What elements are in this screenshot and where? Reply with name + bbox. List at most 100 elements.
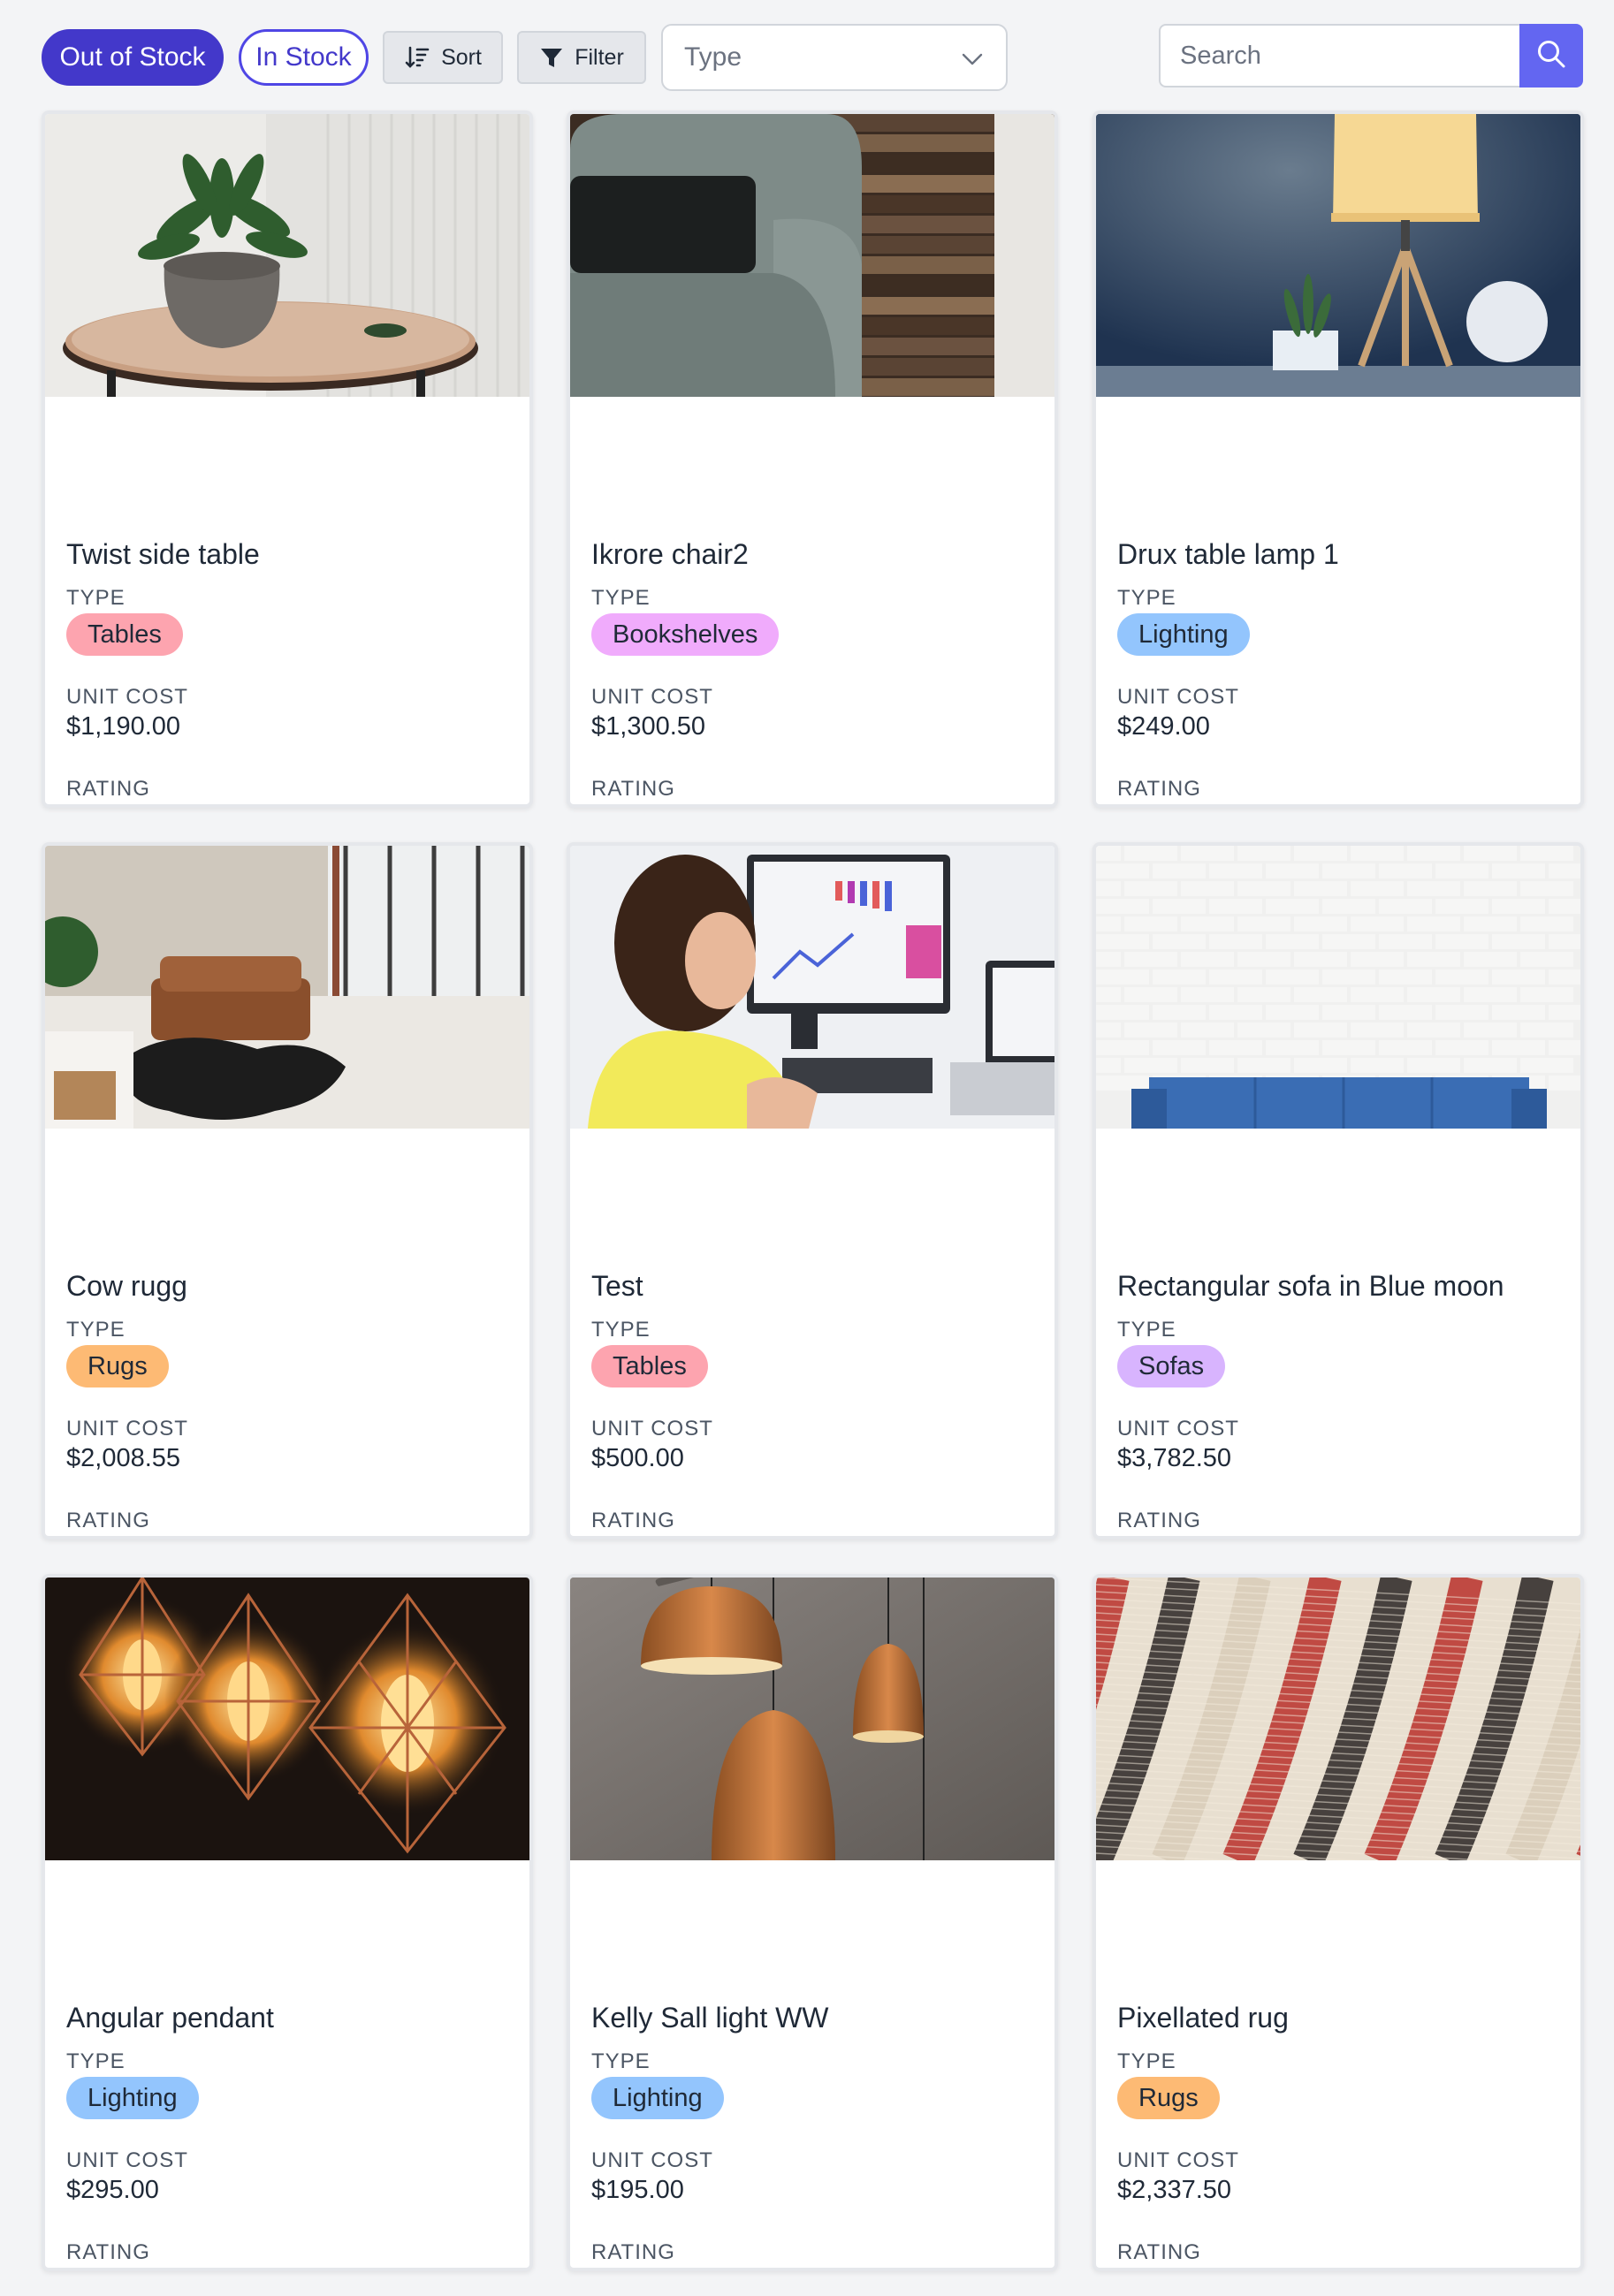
- star-filled-icon: [1160, 807, 1197, 808]
- star-filled-icon: [591, 1539, 628, 1540]
- star-filled-icon: [634, 1539, 671, 1540]
- type-badge: Lighting: [66, 2077, 199, 2119]
- type-label: TYPE: [1117, 2049, 1176, 2073]
- product-name[interactable]: Kelly Sall light WW: [591, 2002, 829, 2034]
- star-filled-icon: [676, 1539, 713, 1540]
- product-name[interactable]: Rectangular sofa in Blue moon: [1117, 1270, 1504, 1303]
- filter-icon: [539, 45, 564, 70]
- chevron-down-icon: [962, 42, 983, 72]
- rating-label: RATING: [66, 1509, 150, 1532]
- unit-cost-label: UNIT COST: [1117, 685, 1239, 709]
- star-filled-icon: [676, 2270, 713, 2271]
- sort-icon: [404, 44, 430, 71]
- filter-label: Filter: [575, 44, 624, 70]
- product-name[interactable]: Angular pendant: [66, 2002, 274, 2034]
- type-label: TYPE: [1117, 586, 1176, 610]
- rating: No Rating: [66, 2269, 216, 2271]
- product-image: [1096, 846, 1580, 1129]
- search-button[interactable]: [1519, 24, 1583, 87]
- rating-label: RATING: [591, 777, 675, 801]
- search-icon: [1535, 38, 1567, 74]
- product-name[interactable]: Pixellated rug: [1117, 2002, 1289, 2034]
- rating: [591, 1537, 798, 1540]
- product-card[interactable]: Cow rugg TYPE Rugs UNIT COST $2,008.55 R…: [42, 842, 533, 1540]
- filter-button[interactable]: Filter: [517, 31, 646, 84]
- product-image: [1096, 1578, 1580, 1860]
- product-card[interactable]: Twist side table TYPE Tables UNIT COST $…: [42, 110, 533, 808]
- star-filled-icon: [719, 1539, 756, 1540]
- type-label: TYPE: [66, 2049, 126, 2073]
- star-filled-icon: [676, 807, 713, 808]
- star-filled-icon: [1245, 807, 1282, 808]
- product-card[interactable]: Drux table lamp 1 TYPE Lighting UNIT COS…: [1092, 110, 1584, 808]
- star-filled-icon: [1160, 1539, 1197, 1540]
- type-label: TYPE: [1117, 1318, 1176, 1342]
- unit-cost-value: $500.00: [591, 1444, 684, 1472]
- product-card[interactable]: Angular pendant TYPE Lighting UNIT COST …: [42, 1574, 533, 2271]
- search-input[interactable]: [1159, 24, 1519, 87]
- product-card[interactable]: Ikrore chair2 TYPE Bookshelves UNIT COST…: [567, 110, 1058, 808]
- type-label: TYPE: [591, 1318, 651, 1342]
- product-image: [1096, 114, 1580, 397]
- type-badge: Sofas: [1117, 1345, 1226, 1387]
- unit-cost-value: $249.00: [1117, 712, 1210, 741]
- unit-cost-label: UNIT COST: [1117, 2148, 1239, 2172]
- sort-button[interactable]: Sort: [383, 31, 503, 84]
- in-stock-filter-button[interactable]: In Stock: [239, 29, 369, 86]
- product-name[interactable]: Test: [591, 1270, 643, 1303]
- star-filled-icon: [1117, 1539, 1154, 1540]
- product-card[interactable]: Test TYPE Tables UNIT COST $500.00 RATIN…: [567, 842, 1058, 1540]
- type-select-value: Type: [684, 42, 742, 72]
- rating-label: RATING: [1117, 1509, 1201, 1532]
- star-filled-icon: [1287, 807, 1324, 808]
- rating: No Rating: [66, 805, 216, 808]
- unit-cost-label: UNIT COST: [1117, 1417, 1239, 1441]
- unit-cost-label: UNIT COST: [66, 2148, 188, 2172]
- star-filled-icon: [634, 807, 671, 808]
- rating: [591, 805, 798, 808]
- unit-cost-value: $3,782.50: [1117, 1444, 1232, 1472]
- product-card[interactable]: Pixellated rug TYPE Rugs UNIT COST $2,33…: [1092, 1574, 1584, 2271]
- unit-cost-value: $1,300.50: [591, 712, 706, 741]
- type-badge: Rugs: [66, 1345, 169, 1387]
- type-badge: Lighting: [1117, 613, 1250, 656]
- type-badge: Lighting: [591, 2077, 724, 2119]
- type-label: TYPE: [66, 1318, 126, 1342]
- type-badge: Bookshelves: [591, 613, 780, 656]
- unit-cost-value: $2,337.50: [1117, 2176, 1232, 2204]
- unit-cost-value: $2,008.55: [66, 1444, 181, 1472]
- star-filled-icon: [719, 807, 756, 808]
- product-card[interactable]: Rectangular sofa in Blue moon TYPE Sofas…: [1092, 842, 1584, 1540]
- unit-cost-value: $295.00: [66, 2176, 159, 2204]
- product-image: [570, 1578, 1054, 1860]
- rating-label: RATING: [66, 2240, 150, 2264]
- star-filled-icon: [591, 2270, 628, 2271]
- product-image: [45, 1578, 529, 1860]
- product-name[interactable]: Twist side table: [66, 538, 260, 571]
- product-name[interactable]: Ikrore chair2: [591, 538, 749, 571]
- unit-cost-label: UNIT COST: [66, 1417, 188, 1441]
- type-badge: Tables: [591, 1345, 708, 1387]
- type-select[interactable]: Type: [661, 24, 1008, 91]
- product-name[interactable]: Cow rugg: [66, 1270, 187, 1303]
- toolbar: Out of Stock In Stock Sort Filter Type: [0, 0, 1614, 115]
- type-badge: Tables: [66, 613, 183, 656]
- star-empty-icon: [1287, 1539, 1324, 1540]
- star-filled-icon: [634, 2270, 671, 2271]
- rating-label: RATING: [66, 777, 150, 801]
- star-filled-icon: [1202, 807, 1239, 808]
- product-name[interactable]: Drux table lamp 1: [1117, 538, 1339, 571]
- type-label: TYPE: [591, 586, 651, 610]
- rating: [66, 1537, 273, 1540]
- type-badge: Rugs: [1117, 2077, 1220, 2119]
- unit-cost-value: $1,190.00: [66, 712, 181, 741]
- product-card[interactable]: Kelly Sall light WW TYPE Lighting UNIT C…: [567, 1574, 1058, 2271]
- sort-label: Sort: [441, 44, 482, 70]
- star-empty-icon: [236, 1539, 273, 1540]
- out-of-stock-filter-button[interactable]: Out of Stock: [42, 29, 224, 86]
- rating: No Rating: [1117, 2269, 1267, 2271]
- rating: [1117, 1537, 1324, 1540]
- rating: [591, 2269, 798, 2271]
- star-filled-icon: [591, 807, 628, 808]
- product-image: [570, 114, 1054, 397]
